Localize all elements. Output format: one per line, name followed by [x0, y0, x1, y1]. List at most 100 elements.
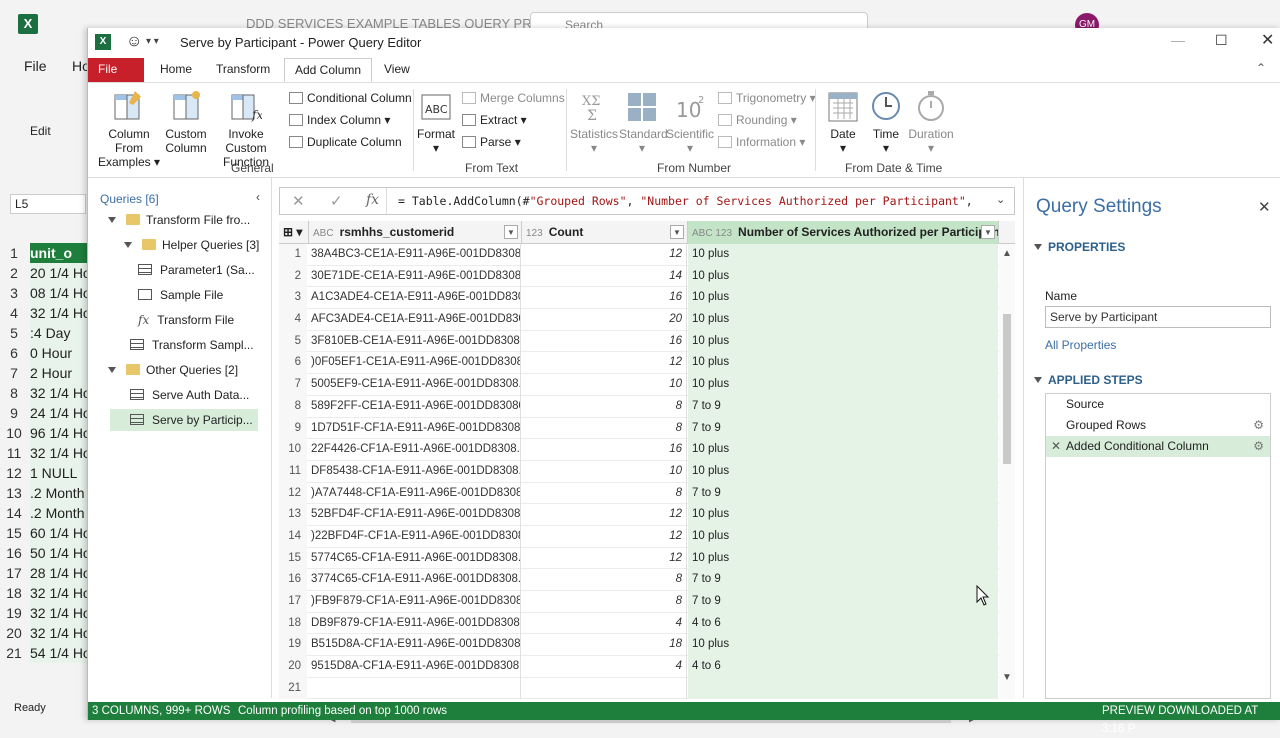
table-row[interactable]: 15 5774C65-CF1A-E911-A96E-001DD8308... 12 1…: [279, 547, 999, 570]
table-row[interactable]: 12)A7A7448-CF1A-E911-A96E-001DD8308... 8 7…: [279, 482, 999, 505]
duplicate-column-button[interactable]: Duplicate Column: [289, 135, 402, 149]
time-button[interactable]: Time ▾: [866, 89, 906, 155]
cell-services-group[interactable]: 10 plus: [688, 265, 998, 288]
gear-icon[interactable]: ⚙: [1253, 436, 1264, 457]
excel-cell[interactable]: 32 1/4 Ho: [30, 583, 88, 603]
standard-button[interactable]: Standard ▾: [619, 89, 668, 155]
cell-count[interactable]: 8: [522, 417, 687, 440]
query-name-field[interactable]: [1045, 306, 1271, 328]
query-item[interactable]: Helper Queries [3]: [124, 234, 259, 256]
row-number[interactable]: 13: [279, 504, 307, 526]
cell-count[interactable]: 12: [522, 547, 687, 570]
qat-dropdown-icon[interactable]: ▾ ▾: [146, 36, 159, 47]
custom-column-button[interactable]: Custom Column: [164, 89, 208, 155]
commit-formula-icon[interactable]: ✓: [330, 192, 343, 210]
all-properties-link[interactable]: All Properties: [1045, 338, 1116, 352]
cell-services-group[interactable]: 10 plus: [688, 330, 998, 353]
cell-customerid[interactable]: 30E71DE-CE1A-E911-A96E-001DD8308...: [309, 265, 521, 288]
cell-services-group[interactable]: 10 plus: [688, 634, 998, 657]
column-header-services-group[interactable]: ABC 123 Number of Services Authorized per…: [688, 221, 999, 244]
cell-services-group[interactable]: 7 to 9: [688, 569, 998, 591]
excel-cell[interactable]: 54 1/4 Ho: [30, 643, 88, 663]
scroll-thumb[interactable]: [1003, 314, 1011, 464]
cell-count[interactable]: 10: [522, 460, 687, 483]
excel-cell[interactable]: 50 1/4 Ho: [30, 543, 88, 563]
close-icon[interactable]: ✕: [1261, 30, 1274, 50]
row-number[interactable]: 12: [279, 482, 307, 505]
excel-row-number[interactable]: 17: [0, 563, 28, 583]
excel-cell[interactable]: 20 1/4 Ho: [30, 263, 88, 283]
cell-services-group[interactable]: 10 plus: [688, 504, 998, 526]
row-number[interactable]: 14: [279, 525, 307, 548]
table-row[interactable]: 10 22F4426-CF1A-E911-A96E-001DD8308... 16 1…: [279, 439, 999, 461]
merge-columns-button[interactable]: Merge Columns: [462, 91, 565, 105]
column-header-count[interactable]: 123 Count ▼: [522, 221, 688, 244]
row-number[interactable]: 7: [279, 374, 307, 396]
row-number[interactable]: 19: [279, 634, 307, 657]
cell-customerid[interactable]: 5005EF9-CE1A-E911-A96E-001DD8308...: [309, 374, 521, 396]
cell-services-group[interactable]: 7 to 9: [688, 482, 998, 505]
expand-icon[interactable]: [124, 242, 132, 248]
excel-cell[interactable]: 60 1/4 Ho: [30, 523, 88, 543]
cell-customerid[interactable]: 1D7D51F-CF1A-E911-A96E-001DD8308...: [309, 417, 521, 440]
collapse-ribbon-icon[interactable]: ⌃: [1256, 61, 1266, 75]
row-number[interactable]: 15: [279, 547, 307, 570]
row-number[interactable]: 5: [279, 330, 307, 353]
table-row[interactable]: 3 A1C3ADE4-CE1A-E911-A96E-001DD8308... 16 1…: [279, 287, 999, 310]
gear-icon[interactable]: ⚙: [1253, 415, 1264, 436]
cell-services-group[interactable]: 10 plus: [688, 460, 998, 483]
properties-section[interactable]: PROPERTIES: [1034, 240, 1125, 254]
maximize-icon[interactable]: ☐: [1215, 32, 1228, 49]
text-type-icon[interactable]: ABC: [313, 228, 334, 239]
excel-cell[interactable]: 2 Hour: [30, 363, 88, 383]
row-number[interactable]: 21: [279, 677, 307, 699]
close-settings-icon[interactable]: ✕: [1258, 198, 1271, 216]
applied-step[interactable]: Grouped Rows ⚙: [1046, 415, 1270, 436]
row-number[interactable]: 8: [279, 395, 307, 418]
statistics-button[interactable]: XΣ Σ Statistics ▾: [570, 89, 618, 155]
row-number[interactable]: 9: [279, 417, 307, 440]
excel-cell[interactable]: 32 1/4 Ho: [30, 443, 88, 463]
table-row[interactable]: 16 3774C65-CF1A-E911-A96E-001DD8308... 8 7 …: [279, 569, 999, 591]
applied-step[interactable]: Source: [1046, 394, 1270, 415]
cell-customerid[interactable]: )0F05EF1-CE1A-E911-A96E-001DD8308...: [309, 352, 521, 375]
minimize-icon[interactable]: —: [1171, 32, 1185, 48]
table-row[interactable]: 21: [279, 677, 999, 699]
row-number[interactable]: 4: [279, 309, 307, 331]
cell-count[interactable]: 12: [522, 244, 687, 266]
cell-services-group[interactable]: 10 plus: [688, 244, 998, 266]
fx-icon[interactable]: fx: [366, 192, 379, 208]
cell-customerid[interactable]: 52BFD4F-CF1A-E911-A96E-001DD8308...: [309, 504, 521, 526]
any-type-icon[interactable]: ABC 123: [692, 228, 732, 239]
cell-services-group[interactable]: 10 plus: [688, 287, 998, 310]
cell-customerid[interactable]: AFC3ADE4-CE1A-E911-A96E-001DD8308...: [309, 309, 521, 331]
cell-count[interactable]: 8: [522, 591, 687, 613]
excel-row-number[interactable]: 12: [0, 463, 28, 483]
table-row[interactable]: 13 52BFD4F-CF1A-E911-A96E-001DD8308... 12 1…: [279, 504, 999, 526]
column-from-examples-button[interactable]: Column From Examples ▾: [94, 89, 164, 169]
excel-row-number[interactable]: 18: [0, 583, 28, 603]
excel-cell[interactable]: 24 1/4 Ho: [30, 403, 88, 423]
cell-services-group[interactable]: 10 plus: [688, 309, 998, 331]
excel-row-number[interactable]: 7: [0, 363, 28, 383]
invoke-custom-function-button[interactable]: fx Invoke Custom Function: [208, 89, 284, 169]
excel-row-number[interactable]: 1: [0, 243, 28, 263]
column-header-customerid[interactable]: ABC rsmhhs_customerid ▼: [309, 221, 522, 244]
cell-customerid[interactable]: A1C3ADE4-CE1A-E911-A96E-001DD8308...: [309, 287, 521, 310]
table-row[interactable]: 20 9515D8A-CF1A-E911-A96E-001DD8308... 4 4 …: [279, 656, 999, 678]
cell-services-group[interactable]: 10 plus: [688, 352, 998, 375]
scroll-down-icon[interactable]: ▼: [1002, 672, 1012, 683]
cell-count[interactable]: 8: [522, 569, 687, 591]
cell-services-group[interactable]: 7 to 9: [688, 395, 998, 418]
table-row[interactable]: 17)FB9F879-CF1A-E911-A96E-001DD8308... 8 7…: [279, 591, 999, 613]
table-row[interactable]: 9 1D7D51F-CF1A-E911-A96E-001DD8308... 8 7 t…: [279, 417, 999, 440]
excel-row-number[interactable]: 10: [0, 423, 28, 443]
feedback-smiley-icon[interactable]: ☺: [126, 33, 142, 51]
excel-row-number[interactable]: 3: [0, 283, 28, 303]
query-item[interactable]: Sample File: [138, 284, 223, 306]
row-number[interactable]: 1: [279, 244, 307, 266]
parse-button[interactable]: Parse ▾: [462, 135, 521, 149]
number-type-icon[interactable]: 123: [526, 228, 543, 239]
cell-count[interactable]: 14: [522, 265, 687, 288]
cell-count[interactable]: 16: [522, 330, 687, 353]
